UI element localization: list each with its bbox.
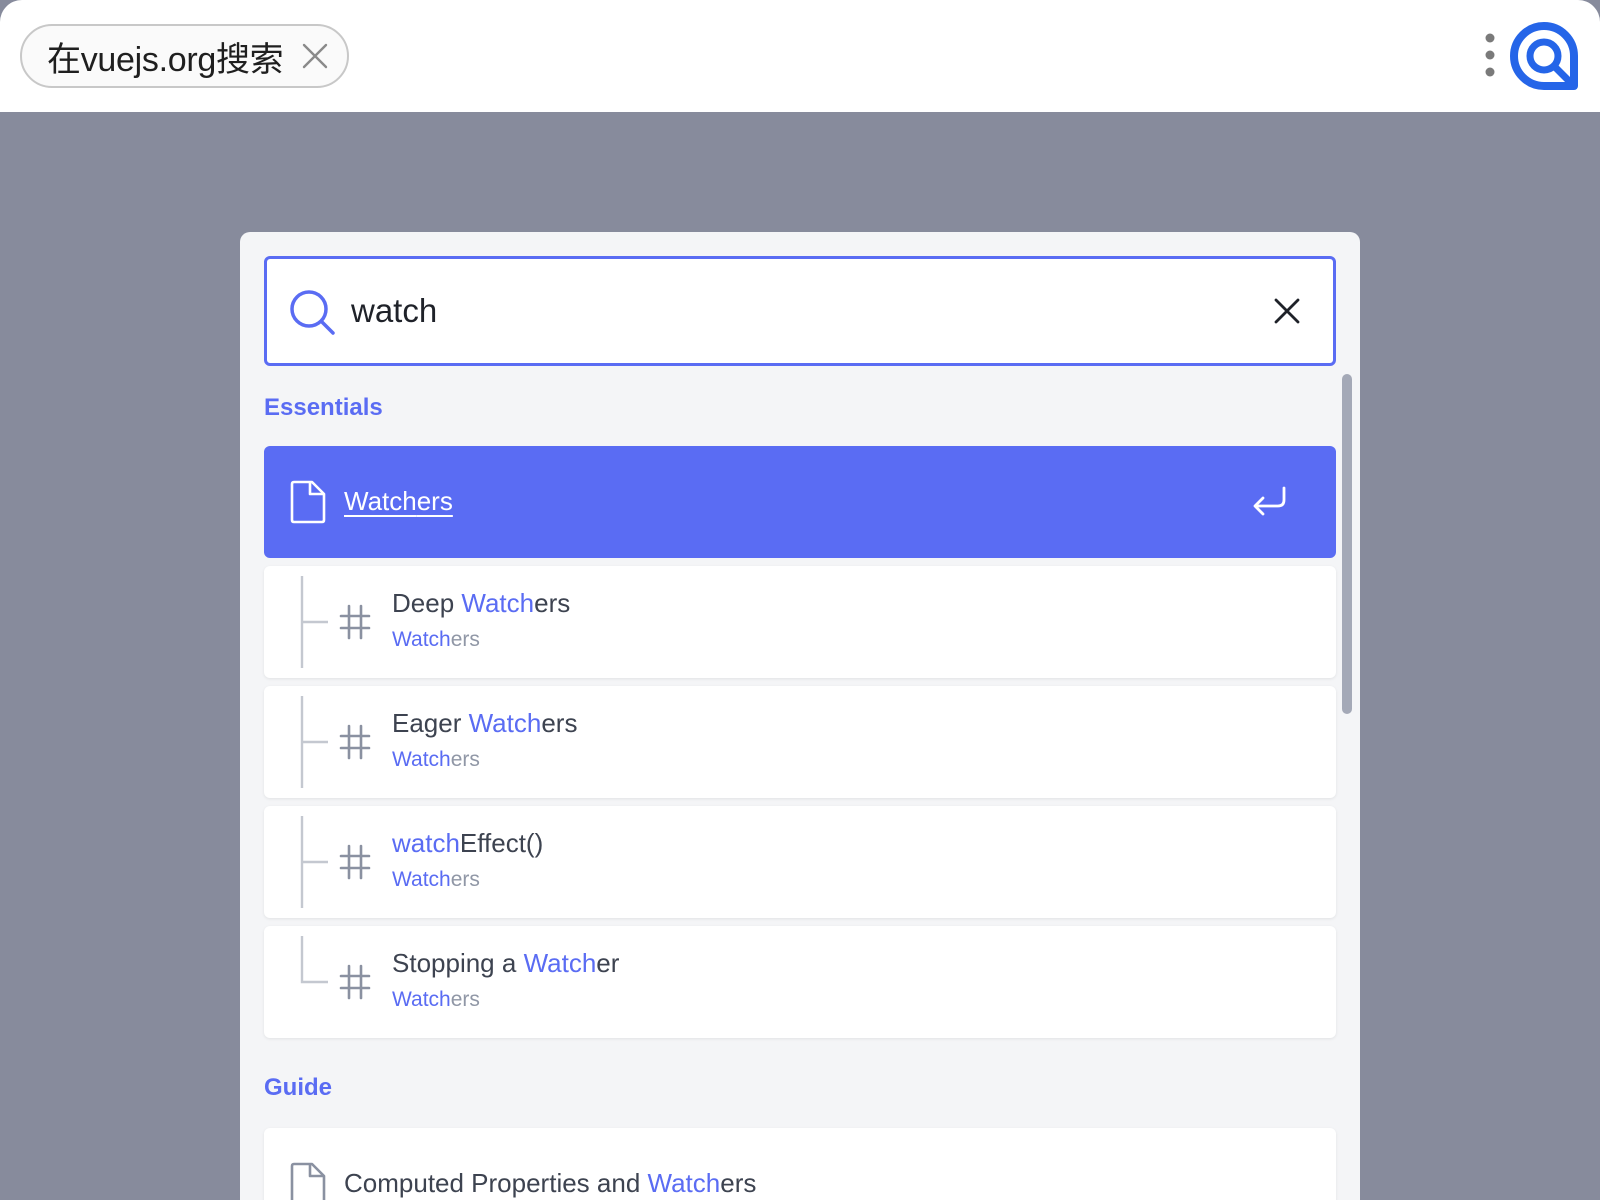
search-brand-logo-icon[interactable] — [1506, 18, 1582, 94]
hit-title-rest: ers — [416, 486, 453, 516]
hit-title-highlight: Watch — [647, 1168, 721, 1198]
close-icon[interactable] — [301, 42, 329, 70]
search-hit-parent: Watchers — [392, 868, 480, 892]
hit-parent-rest: ers — [450, 628, 480, 651]
search-hit[interactable]: Computed Properties and Watchers — [264, 1128, 1336, 1200]
tree-connector — [300, 816, 330, 908]
hit-parent-highlight: Watch — [392, 988, 451, 1011]
section-title-guide: Guide — [264, 1074, 333, 1101]
search-icon — [289, 289, 337, 337]
hit-parent-rest: ers — [450, 868, 480, 891]
search-hit-title: Deep Watchers — [392, 588, 570, 619]
hit-title-highlight: watch — [392, 828, 460, 858]
search-hit-child[interactable]: Deep Watchers Watchers — [264, 566, 1336, 678]
hash-icon — [338, 722, 372, 762]
hit-parent-rest: ers — [450, 988, 480, 1011]
tree-connector — [300, 936, 330, 1028]
search-hit-child[interactable]: Eager Watchers Watchers — [264, 686, 1336, 798]
hit-title-highlight: Watch — [461, 588, 535, 618]
search-hit-selected[interactable]: Watchers — [264, 446, 1336, 558]
search-hit-parent: Watchers — [392, 628, 480, 652]
hit-title-prefix: Eager — [392, 708, 469, 738]
hit-parent-highlight: Watch — [392, 868, 451, 891]
hit-title-highlight: Watch — [523, 948, 597, 978]
search-hit-parent: Watchers — [392, 748, 480, 772]
hash-icon — [338, 602, 372, 642]
search-modal: Essentials Watchers Deep Watchers Watche… — [240, 232, 1360, 1200]
document-icon — [290, 480, 326, 524]
search-hit-title: Stopping a Watcher — [392, 948, 619, 979]
search-hit-title: Eager Watchers — [392, 708, 577, 739]
hit-title-rest: ers — [541, 708, 578, 738]
search-hit-title: Computed Properties and Watchers — [344, 1168, 756, 1199]
site-search-chip-label: 在vuejs.org搜索 — [47, 40, 284, 79]
hash-icon — [338, 962, 372, 1002]
results-scrollbar[interactable] — [1342, 374, 1352, 714]
hit-title-rest: ers — [534, 588, 571, 618]
search-box — [264, 256, 1336, 366]
search-hit-title: Watchers — [344, 486, 453, 517]
hit-parent-rest: ers — [450, 748, 480, 771]
hit-parent-highlight: Watch — [392, 748, 451, 771]
document-icon — [290, 1162, 326, 1200]
hit-title-rest: Effect() — [459, 828, 544, 858]
browser-toolbar: 在vuejs.org搜索 — [0, 0, 1600, 112]
clear-search-button[interactable] — [1267, 291, 1307, 331]
close-icon — [1274, 298, 1300, 324]
hit-parent-highlight: Watch — [392, 628, 451, 651]
search-hit-parent: Watchers — [392, 988, 480, 1012]
hit-title-prefix: Computed Properties and — [344, 1168, 648, 1198]
search-input[interactable] — [351, 279, 1231, 343]
hit-title-rest: ers — [720, 1168, 757, 1198]
hit-title-highlight: Watch — [468, 708, 542, 738]
hit-title-prefix: Stopping a — [392, 948, 524, 978]
enter-key-icon — [1250, 484, 1288, 520]
tree-connector — [300, 696, 330, 788]
hash-icon — [338, 842, 372, 882]
tree-connector — [300, 576, 330, 668]
hit-title-rest: er — [596, 948, 620, 978]
search-hit-child[interactable]: watchEffect() Watchers — [264, 806, 1336, 918]
search-hit-title: watchEffect() — [392, 828, 543, 859]
hit-title-highlight: Watch — [344, 486, 417, 516]
kebab-menu-icon[interactable] — [1482, 32, 1498, 78]
hit-title-prefix: Deep — [392, 588, 462, 618]
site-search-chip[interactable]: 在vuejs.org搜索 — [20, 24, 350, 88]
section-title-essentials: Essentials — [264, 394, 383, 421]
search-hit-child[interactable]: Stopping a Watcher Watchers — [264, 926, 1336, 1038]
